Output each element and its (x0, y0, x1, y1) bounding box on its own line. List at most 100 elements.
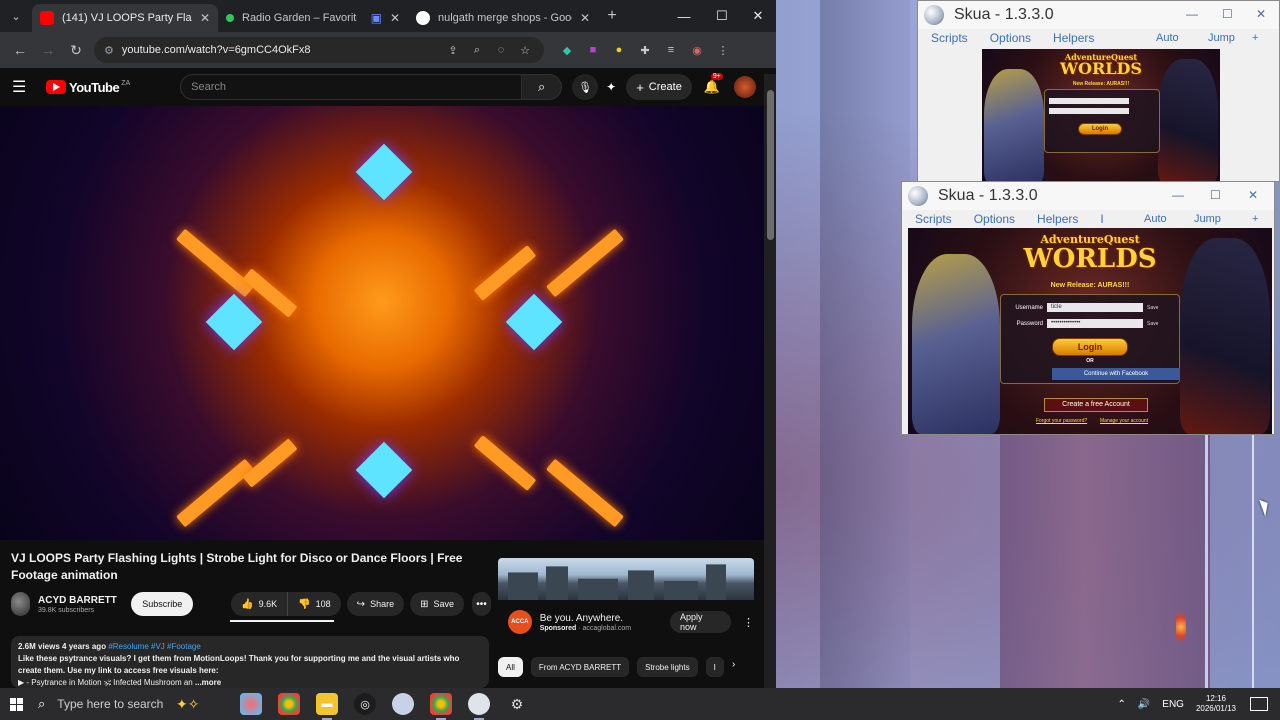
account-avatar[interactable] (734, 76, 757, 98)
menu-scripts[interactable]: Scripts (931, 31, 968, 45)
extensions-puzzle-icon[interactable]: ✚ (636, 41, 654, 59)
install-app-icon[interactable]: ⇪ (444, 41, 462, 59)
notifications-bell-icon[interactable]: 🔔 9+ (704, 73, 723, 95)
username-field[interactable]: ticle (1047, 303, 1143, 312)
save-password-checkbox[interactable]: Save (1147, 321, 1158, 327)
description-link[interactable]: ▶ - Psytrance in Motion 🕉 Infected Mushr… (18, 678, 193, 687)
menu-auto[interactable]: Auto (1156, 32, 1179, 44)
menu-add[interactable]: + (1252, 213, 1258, 225)
app-icon[interactable] (240, 693, 262, 715)
new-tab-button[interactable]: + (598, 7, 626, 25)
bookmark-star-icon[interactable]: ☆ (516, 41, 534, 59)
media-controls-icon[interactable]: ≡ (662, 41, 680, 59)
video-description[interactable]: 2.6M views 4 years ago #Resolume #VJ #Fo… (11, 636, 489, 688)
assistant-icon[interactable]: ✦ (606, 80, 616, 94)
manage-account-link[interactable]: Manage your account (1100, 418, 1148, 424)
channel-avatar[interactable] (11, 592, 30, 616)
extension-3-icon[interactable]: ● (610, 41, 628, 59)
create-account-button[interactable]: Create a free Account (1044, 398, 1148, 412)
chip-more[interactable]: I (705, 657, 724, 677)
cast-icon[interactable]: ▣ (371, 11, 382, 25)
minimize-button[interactable]: — (1186, 7, 1198, 21)
menu-add[interactable]: + (1252, 32, 1258, 44)
close-window-button[interactable]: ✕ (1248, 188, 1258, 202)
site-info-icon[interactable]: ⚙ (104, 44, 114, 57)
menu-jump[interactable]: Jump (1194, 213, 1221, 225)
extension-1-icon[interactable]: ◆ (558, 41, 576, 59)
skua-active-icon[interactable] (468, 693, 490, 720)
back-button[interactable]: ← (6, 36, 34, 64)
settings-gear-icon[interactable]: ⚙ (506, 693, 528, 715)
login-button[interactable]: Login (1052, 338, 1128, 356)
file-explorer-icon[interactable]: ▬ (316, 693, 338, 720)
windows-start-icon[interactable] (0, 688, 32, 720)
menu-auto[interactable]: Auto (1144, 213, 1167, 225)
chip-all[interactable]: All (498, 657, 523, 677)
menu-scripts[interactable]: Scripts (915, 212, 952, 226)
steam-icon[interactable]: ◎ (354, 693, 376, 715)
password-field[interactable]: •••••••••••••• (1047, 319, 1143, 328)
maximize-button[interactable]: ☐ (1210, 188, 1221, 202)
chrome-active-icon[interactable] (430, 693, 452, 720)
menu-options[interactable]: Options (990, 31, 1031, 45)
tab-radio-garden[interactable]: Radio Garden – Favorites ▣ ✕ (218, 4, 408, 32)
close-tab-icon[interactable]: ✕ (580, 11, 590, 25)
username-field[interactable] (1049, 98, 1129, 104)
ad-banner-image[interactable] (498, 558, 754, 600)
dislike-button[interactable]: 👎 108 (288, 592, 341, 616)
password-field[interactable] (1049, 108, 1129, 114)
chip-strobe-lights[interactable]: Strobe lights (637, 657, 698, 677)
extension-2-icon[interactable]: ■ (584, 41, 602, 59)
subscribe-button[interactable]: Subscribe (131, 592, 194, 616)
chips-next-icon[interactable]: › (732, 659, 735, 670)
more-actions-icon[interactable]: ••• (472, 592, 491, 616)
language-indicator[interactable]: ENG (1162, 699, 1184, 710)
zoom-icon[interactable]: ⌕ (468, 41, 486, 59)
video-player[interactable] (0, 106, 764, 540)
show-more-link[interactable]: ...more (195, 678, 221, 687)
maximize-button[interactable]: ☐ (1222, 7, 1233, 21)
minimize-button[interactable]: — (1172, 188, 1184, 202)
share-button[interactable]: ↪ Share (346, 592, 405, 616)
game-client-back[interactable]: AdventureQuest WORLDS New Release: AURAS… (982, 49, 1220, 181)
apply-now-button[interactable]: Apply now (670, 611, 731, 633)
volume-icon[interactable]: 🔊 (1138, 699, 1150, 710)
chrome-menu-icon[interactable]: ⋮ (714, 41, 732, 59)
facebook-login-button[interactable]: Continue with Facebook (1052, 368, 1180, 380)
youtube-logo[interactable]: YouTube ZA (46, 80, 130, 95)
address-bar[interactable]: ⚙ youtube.com/watch?v=6gmCC4OkFx8 ⇪ ⌕ ◌ … (94, 37, 544, 63)
maximize-button[interactable]: ☐ (704, 0, 740, 32)
chip-from-channel[interactable]: From ACYD BARRETT (530, 657, 630, 677)
menu-overflow[interactable]: I (1100, 212, 1103, 226)
search-input[interactable]: Search (180, 74, 523, 100)
profile-icon[interactable]: ◉ (688, 41, 706, 59)
show-hidden-icons-icon[interactable]: ⌃ (1117, 699, 1125, 710)
eye-off-icon[interactable]: ◌ (492, 41, 510, 59)
tab-youtube[interactable]: (141) VJ LOOPS Party Flashing L ✕ (32, 4, 218, 32)
menu-options[interactable]: Options (974, 212, 1015, 226)
ad-logo[interactable]: ACCA (508, 610, 532, 634)
close-tab-icon[interactable]: ✕ (390, 11, 400, 25)
voice-search-icon[interactable]: 🎙 (572, 74, 599, 100)
forgot-password-link[interactable]: Forgot your password? (1036, 418, 1087, 424)
ad-headline[interactable]: Be you. Anywhere. (540, 613, 670, 624)
page-scrollbar-thumb[interactable] (767, 90, 774, 240)
minimize-button[interactable]: — (666, 0, 702, 32)
reload-button[interactable]: ↻ (62, 36, 90, 64)
save-button[interactable]: ⊞ Save (410, 592, 464, 616)
notifications-icon[interactable] (1250, 697, 1268, 711)
tab-google[interactable]: nulgath merge shops - Google ✕ (408, 4, 598, 32)
search-button[interactable]: ⌕ (522, 74, 563, 100)
create-button[interactable]: + Create (626, 74, 692, 100)
like-button[interactable]: 👍 9.6K (231, 592, 289, 616)
menu-helpers[interactable]: Helpers (1037, 212, 1078, 226)
close-window-button[interactable]: ✕ (1256, 7, 1266, 21)
clock[interactable]: 12:16 2026/01/13 (1196, 694, 1236, 714)
menu-helpers[interactable]: Helpers (1053, 31, 1094, 45)
forward-button[interactable]: → (34, 36, 62, 64)
login-button[interactable]: Login (1078, 123, 1122, 135)
tab-search-icon[interactable]: ⌄ (0, 0, 32, 32)
ad-menu-icon[interactable]: ⋮ (743, 616, 754, 629)
menu-jump[interactable]: Jump (1208, 32, 1235, 44)
save-username-checkbox[interactable]: Save (1147, 305, 1158, 311)
